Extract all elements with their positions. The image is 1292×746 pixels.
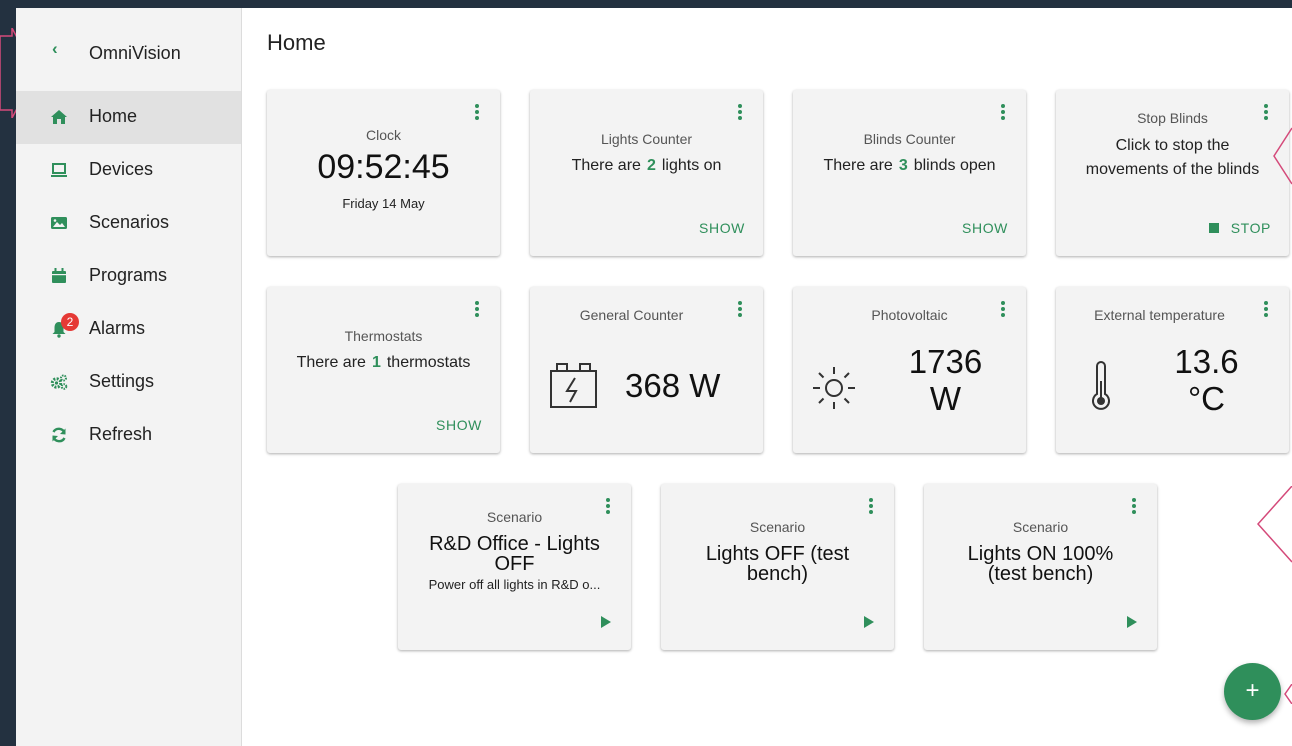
stop-blinds-button[interactable]: STOP [1208, 220, 1271, 236]
sidebar-item-refresh[interactable]: Refresh [16, 409, 241, 462]
thermostats-count: 1 [371, 354, 381, 371]
sidebar-item-label: Programs [89, 265, 168, 285]
photovoltaic-value: 1736 W [908, 343, 983, 417]
sidebar-item-label: Scenarios [89, 212, 170, 232]
card-title: Stop Blinds [1137, 110, 1208, 126]
lights-count-text: There are 2 lights on [571, 157, 722, 174]
calendar-icon [52, 268, 66, 283]
thermometer-icon [1092, 361, 1110, 410]
play-scenario-button[interactable] [864, 616, 874, 628]
image-icon [51, 217, 67, 229]
lights-counter-card: Lights Counter There are 2 lights on SHOW [530, 90, 763, 256]
app-name: OmniVision [89, 43, 181, 63]
card-title: Clock [365, 127, 401, 143]
sidebar-item-alarms[interactable]: 2 Alarms [16, 303, 241, 356]
card-title: Photovoltaic [871, 307, 948, 323]
card-title: External temperature [1094, 307, 1225, 323]
sidebar-header: ‹ OmniVision [16, 36, 241, 70]
more-vert-icon[interactable] [868, 498, 874, 516]
sidebar: ‹ OmniVision Home Devices Scenarios Prog… [16, 8, 242, 746]
refresh-icon [52, 427, 66, 443]
scenario-name: R&D Office - Lights OFF [429, 533, 600, 575]
sidebar-item-label: Alarms [89, 318, 146, 338]
annotation-arrow-right-icon [1273, 127, 1292, 185]
sidebar-nav: Home Devices Scenarios Programs 2 Alarms… [16, 91, 241, 462]
more-vert-icon[interactable] [737, 301, 743, 319]
more-vert-icon[interactable] [1263, 301, 1269, 319]
more-vert-icon[interactable] [1000, 104, 1006, 122]
lights-count: 2 [646, 157, 656, 174]
more-vert-icon[interactable] [474, 301, 480, 319]
play-scenario-button[interactable] [601, 616, 611, 628]
scenario-name: Lights ON 100% (test bench) [967, 543, 1114, 585]
add-card-fab-button[interactable]: + [1224, 663, 1281, 720]
blinds-count-text: There are 3 blinds open [823, 157, 996, 174]
stop-square-icon [1208, 223, 1219, 233]
thermostats-card: Thermostats There are 1 thermostats SHOW [267, 287, 500, 453]
sidebar-item-home[interactable]: Home [16, 91, 241, 144]
card-title: Scenario [1012, 519, 1069, 535]
photovoltaic-card: Photovoltaic 1736 W [793, 287, 1026, 453]
general-counter-value: 368 W [625, 367, 721, 404]
sidebar-item-devices[interactable]: Devices [16, 144, 241, 197]
show-thermostats-button[interactable]: SHOW [436, 417, 482, 433]
scenario-card-rd-office-lights-off: Scenario R&D Office - Lights OFF Power o… [398, 484, 631, 650]
show-blinds-button[interactable]: SHOW [962, 220, 1008, 236]
blinds-counter-card: Blinds Counter There are 3 blinds open SHO… [793, 90, 1026, 256]
play-scenario-button[interactable] [1127, 616, 1137, 628]
sun-icon [813, 367, 855, 409]
more-vert-icon[interactable] [1131, 498, 1137, 516]
card-title: Scenario [749, 519, 806, 535]
chevron-left-icon[interactable]: ‹ [52, 39, 58, 59]
app-window: ‹ OmniVision Home Devices Scenarios Prog… [16, 8, 1292, 746]
general-counter-card: General Counter 368 W [530, 287, 763, 453]
more-vert-icon[interactable] [474, 104, 480, 122]
card-title: Blinds Counter [863, 131, 956, 147]
sidebar-item-scenarios[interactable]: Scenarios [16, 197, 241, 250]
scenario-card-lights-off-test-bench: Scenario Lights OFF (test bench) [661, 484, 894, 650]
card-title: General Counter [579, 307, 684, 323]
laptop-icon [51, 163, 67, 177]
gears-icon [50, 374, 68, 390]
annotation-arrow-right-icon [1256, 486, 1292, 563]
more-vert-icon[interactable] [737, 104, 743, 122]
sidebar-item-programs[interactable]: Programs [16, 250, 241, 303]
scenario-name: Lights OFF (test bench) [705, 543, 850, 585]
sidebar-item-label: Settings [89, 371, 155, 391]
external-temperature-card: External temperature 13.6 °C [1056, 287, 1289, 453]
external-temperature-value: 13.6 °C [1174, 343, 1239, 417]
page-title: Home [267, 30, 326, 55]
stop-blinds-text: Click to stop the movements of the blind… [1085, 137, 1260, 178]
alarm-count-badge: 2 [61, 313, 79, 331]
show-lights-button[interactable]: SHOW [699, 220, 745, 236]
clock-date: Friday 14 May [342, 196, 425, 211]
sidebar-item-settings[interactable]: Settings [16, 356, 241, 409]
card-title: Scenario [486, 509, 543, 525]
battery-charging-icon [550, 363, 597, 408]
annotation-arrow-right-icon [1284, 684, 1292, 704]
clock-time: 09:52:45 [317, 148, 450, 186]
scenario-description: Power off all lights in R&D o... [428, 577, 601, 592]
sidebar-item-label: Devices [89, 159, 154, 179]
scenario-card-lights-on-test-bench: Scenario Lights ON 100% (test bench) [924, 484, 1157, 650]
sidebar-item-label: Refresh [89, 424, 153, 444]
card-title: Lights Counter [600, 131, 693, 147]
card-title: Thermostats [344, 328, 423, 344]
clock-card: Clock 09:52:45 Friday 14 May [267, 90, 500, 256]
blinds-count: 3 [898, 157, 908, 174]
sidebar-item-label: Home [89, 106, 138, 126]
thermostats-count-text: There are 1 thermostats [296, 354, 471, 371]
stop-blinds-card: Stop Blinds Click to stop the movements … [1056, 90, 1289, 256]
home-icon [51, 110, 67, 124]
